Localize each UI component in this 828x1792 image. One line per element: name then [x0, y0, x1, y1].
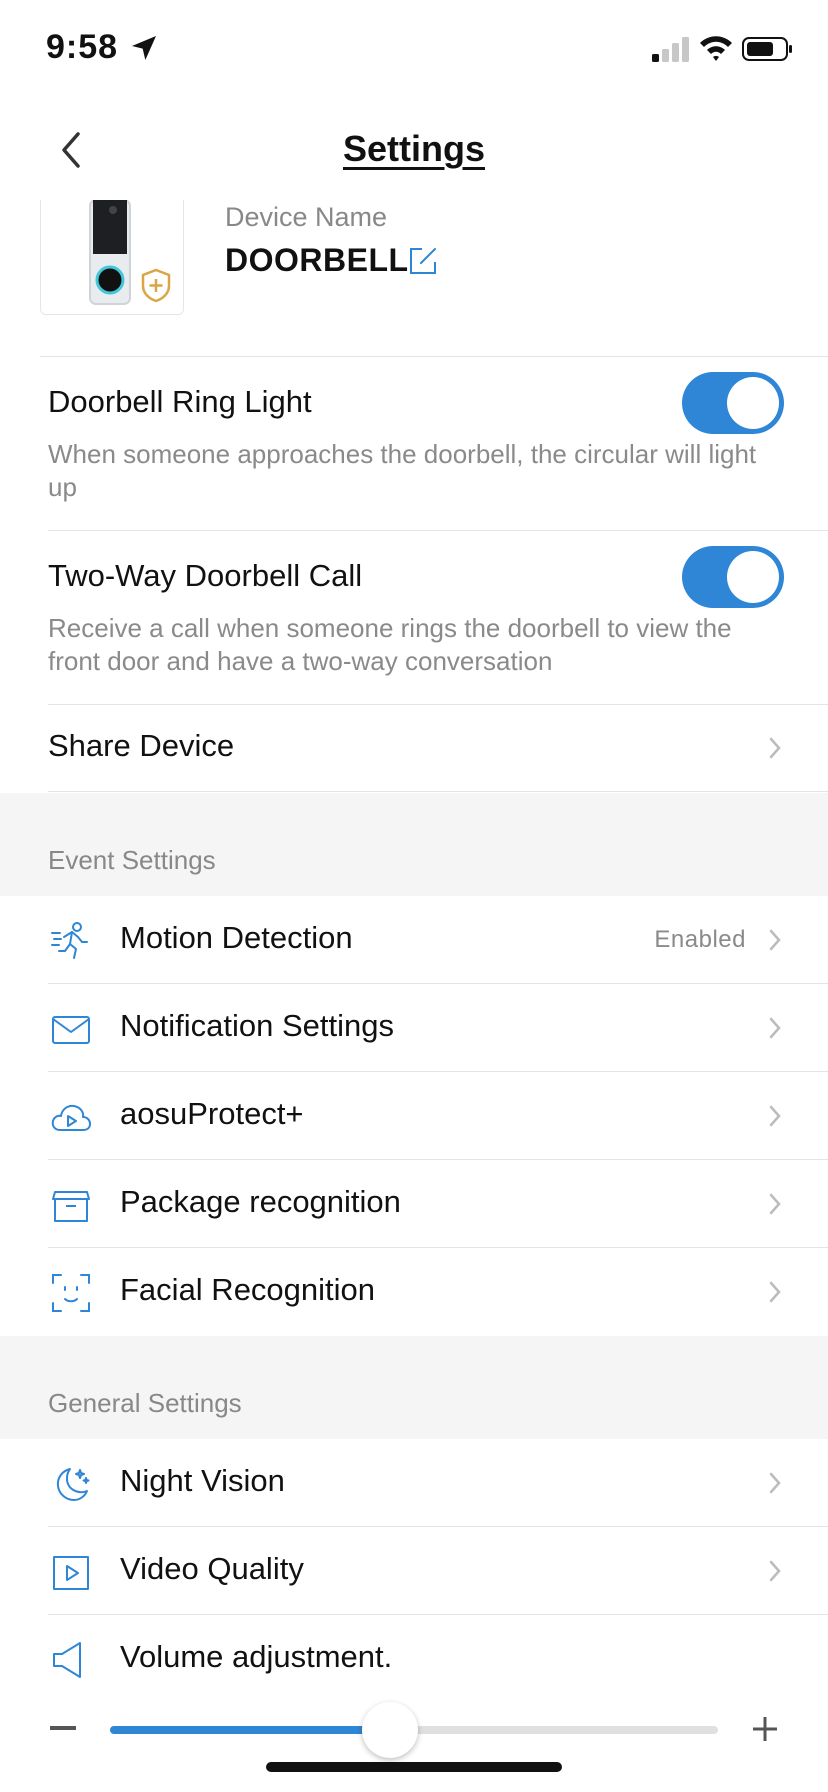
- page-title: Settings: [342, 128, 485, 169]
- divider: [40, 356, 828, 357]
- face-scan-icon: [52, 1274, 90, 1312]
- header: Settings: [0, 110, 828, 190]
- chevron-right-icon: [769, 929, 781, 951]
- shield-plus-icon: [141, 268, 171, 303]
- ring-light-toggle[interactable]: [682, 372, 784, 434]
- volume-adjustment-row: Volume adjustment.: [0, 1615, 828, 1703]
- volume-slider-fill: [110, 1726, 390, 1734]
- wifi-icon: [700, 36, 732, 61]
- general-settings-band: General Settings: [0, 1336, 828, 1439]
- notification-settings-row[interactable]: Notification Settings: [0, 984, 828, 1072]
- chevron-right-icon: [769, 1281, 781, 1303]
- two-way-call-description: Receive a call when someone rings the do…: [48, 613, 732, 676]
- divider: [48, 530, 828, 531]
- ring-light-description: When someone approaches the doorbell, th…: [48, 439, 757, 502]
- aosu-protect-row[interactable]: aosuProtect+: [0, 1072, 828, 1160]
- general-settings-header: General Settings: [48, 1388, 242, 1418]
- home-indicator: [266, 1762, 562, 1772]
- chevron-right-icon: [769, 1193, 781, 1215]
- speaker-icon: [53, 1642, 81, 1678]
- motion-detection-label: Motion Detection: [120, 920, 353, 955]
- device-name-value: DOORBELL: [225, 242, 409, 278]
- aosu-protect-label: aosuProtect+: [120, 1096, 304, 1131]
- volume-decrease-icon[interactable]: [50, 1726, 76, 1730]
- envelope-icon: [52, 1016, 90, 1044]
- facial-recognition-label: Facial Recognition: [120, 1272, 376, 1307]
- running-person-icon: [51, 922, 88, 959]
- divider: [48, 791, 828, 792]
- toggle-knob: [727, 377, 779, 429]
- package-recognition-label: Package recognition: [120, 1184, 401, 1219]
- battery-icon: [742, 37, 792, 61]
- video-quality-label: Video Quality: [120, 1551, 304, 1586]
- motion-detection-status: Enabled: [654, 926, 746, 953]
- share-device-label: Share Device: [48, 728, 235, 763]
- edit-icon[interactable]: [408, 246, 438, 276]
- share-device-row[interactable]: Share Device: [0, 704, 828, 792]
- doorbell-image-icon: [89, 200, 171, 305]
- moon-stars-icon: [56, 1468, 90, 1501]
- event-settings-band: Event Settings: [0, 793, 828, 896]
- volume-slider-area: [0, 1700, 828, 1760]
- location-arrow-icon: [132, 36, 156, 60]
- event-settings-header: Event Settings: [48, 845, 216, 875]
- chevron-right-icon: [769, 1105, 781, 1127]
- volume-increase-icon[interactable]: [752, 1716, 778, 1742]
- volume-slider-thumb[interactable]: [361, 1702, 418, 1758]
- two-way-call-toggle[interactable]: [682, 546, 784, 608]
- cellular-signal-icon: [652, 37, 689, 62]
- device-name-label: Device Name: [225, 202, 388, 232]
- ring-light-title: Doorbell Ring Light: [48, 384, 312, 419]
- volume-adjustment-label: Volume adjustment.: [120, 1639, 393, 1674]
- volume-slider-track[interactable]: [110, 1702, 718, 1758]
- night-vision-label: Night Vision: [120, 1463, 285, 1498]
- night-vision-row[interactable]: Night Vision: [0, 1439, 828, 1527]
- two-way-call-title: Two-Way Doorbell Call: [48, 558, 363, 593]
- notification-settings-label: Notification Settings: [120, 1008, 394, 1043]
- cloud-play-icon: [51, 1104, 91, 1131]
- status-time: 9:58: [46, 28, 119, 66]
- chevron-right-icon: [769, 1560, 781, 1582]
- status-bar: 9:58: [0, 0, 828, 100]
- package-box-icon: [52, 1191, 90, 1222]
- device-thumbnail: [40, 200, 184, 315]
- video-quality-row[interactable]: Video Quality: [0, 1527, 828, 1615]
- play-square-icon: [53, 1556, 89, 1590]
- motion-detection-row[interactable]: Motion Detection Enabled: [0, 896, 828, 984]
- chevron-right-icon: [769, 1017, 781, 1039]
- chevron-right-icon: [769, 1472, 781, 1494]
- chevron-right-icon: [769, 737, 781, 759]
- toggle-knob: [727, 551, 779, 603]
- facial-recognition-row[interactable]: Facial Recognition: [0, 1248, 828, 1336]
- package-recognition-row[interactable]: Package recognition: [0, 1160, 828, 1248]
